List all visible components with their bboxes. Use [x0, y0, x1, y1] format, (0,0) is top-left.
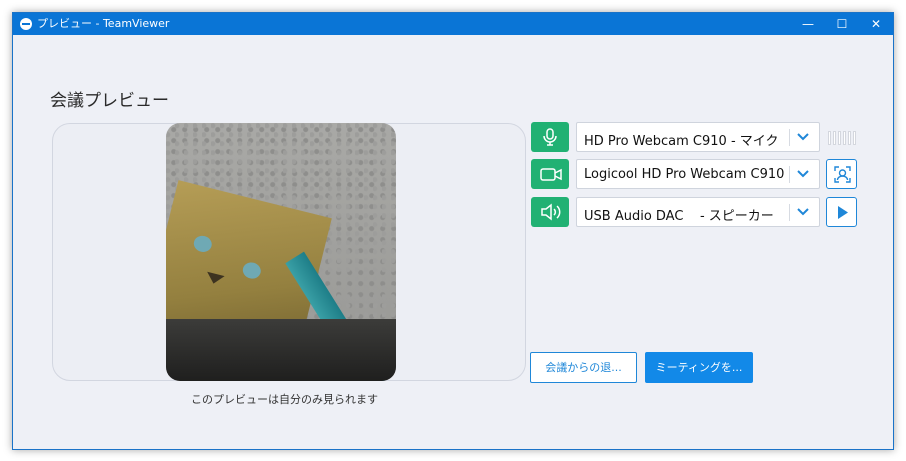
- microphone-select[interactable]: HD Pro Webcam C910 - マイク: [576, 122, 820, 152]
- preview-caption: このプレビューは自分のみ見られます: [191, 393, 378, 406]
- window-title: プレビュー - TeamViewer: [37, 17, 170, 30]
- camera-selected: Logicool HD Pro Webcam C910: [584, 167, 785, 182]
- preview-window: プレビュー - TeamViewer — ☐ ✕ 会議プレビュー このプレビュー…: [12, 12, 894, 450]
- chevron-down-icon[interactable]: [796, 169, 810, 179]
- speaker-select[interactable]: USB Audio DAC - スピーカー: [576, 197, 820, 227]
- video-camera-icon: [531, 159, 569, 189]
- teamviewer-logo-icon: [20, 18, 32, 30]
- close-button[interactable]: ✕: [861, 13, 891, 35]
- minimize-button[interactable]: —: [793, 13, 823, 35]
- maximize-button[interactable]: ☐: [827, 13, 857, 35]
- face-frame-icon: [834, 166, 851, 183]
- chevron-down-icon[interactable]: [796, 207, 810, 217]
- speaker-selected: USB Audio DAC - スピーカー: [584, 209, 774, 224]
- camera-preview-video: [166, 123, 396, 381]
- speaker-test-button[interactable]: [826, 197, 857, 227]
- camera-adjust-button[interactable]: [826, 159, 857, 189]
- chevron-down-icon[interactable]: [796, 132, 810, 142]
- microphone-level-meter: [828, 130, 858, 149]
- play-icon: [838, 206, 848, 219]
- microphone-selected: HD Pro Webcam C910 - マイク: [584, 134, 779, 149]
- speaker-icon: [531, 197, 569, 227]
- camera-select[interactable]: Logicool HD Pro Webcam C910: [576, 159, 820, 189]
- microphone-icon: [531, 122, 569, 152]
- page-title: 会議プレビュー: [50, 91, 169, 111]
- title-bar[interactable]: プレビュー - TeamViewer — ☐ ✕: [13, 13, 893, 35]
- leave-meeting-button[interactable]: 会議からの退...: [530, 352, 637, 383]
- join-meeting-button[interactable]: ミーティングを...: [645, 352, 753, 383]
